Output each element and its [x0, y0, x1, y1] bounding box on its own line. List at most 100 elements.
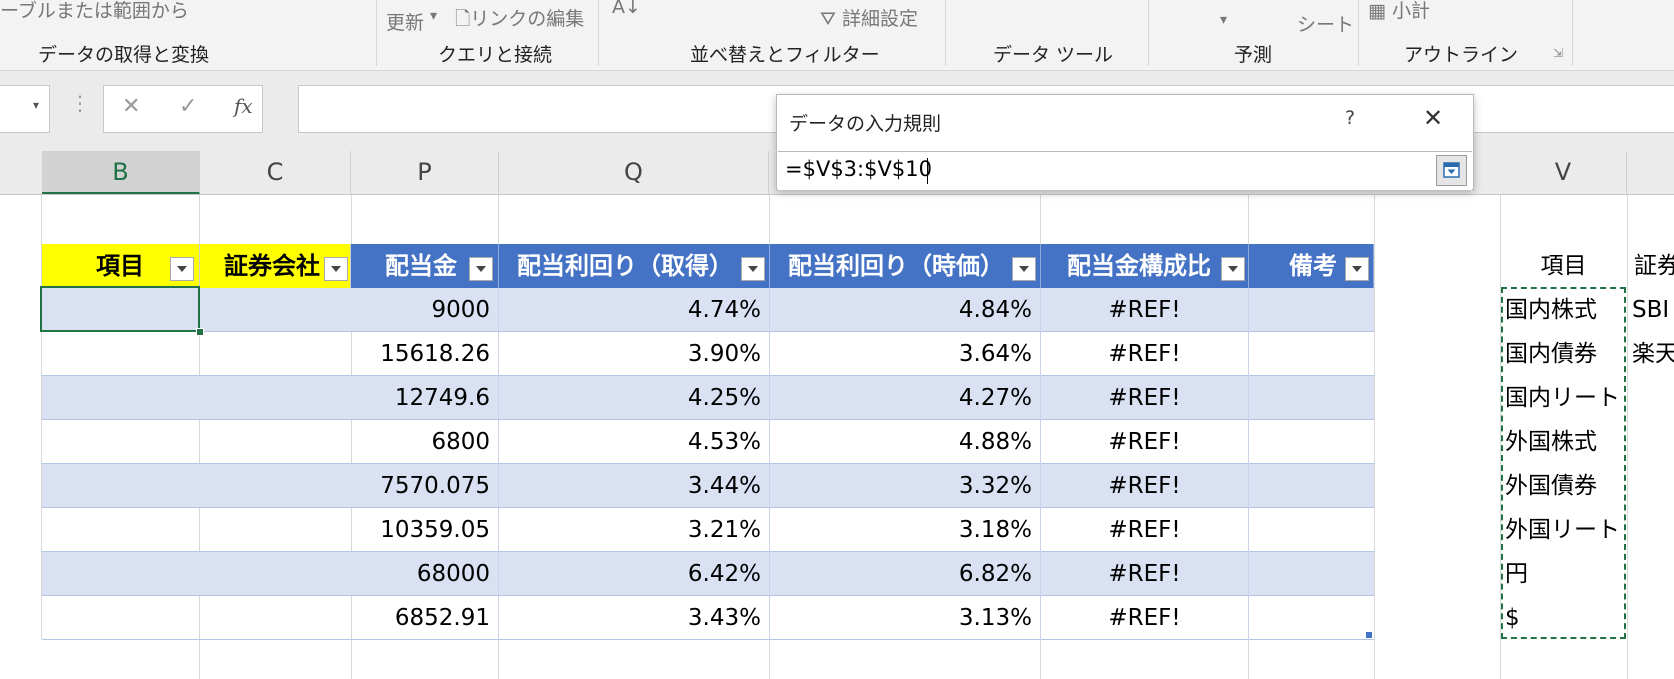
- name-box-dropdown-icon[interactable]: ▾: [33, 98, 39, 112]
- fill-handle[interactable]: [196, 328, 204, 336]
- formula-buttons: ✕ ✓ fx: [103, 85, 263, 133]
- ribbon: ーブルまたは範囲から 更新 ▾ 🗋リンクの編集 A↓ ⛛ 詳細設定 シート ▾ …: [0, 0, 1674, 71]
- yield-market-cell[interactable]: 4.27%: [770, 376, 1041, 420]
- funnel-icon: ⛛: [820, 8, 836, 30]
- refresh-dropdown-icon[interactable]: ▾: [430, 8, 437, 24]
- yield-market-cell[interactable]: 4.88%: [770, 420, 1041, 464]
- yield-cost-cell[interactable]: 6.42%: [499, 552, 770, 596]
- name-box[interactable]: ▾: [0, 85, 50, 133]
- header-label: 項目: [96, 252, 144, 280]
- column-header-v[interactable]: V: [1500, 151, 1627, 194]
- filter-dropdown-icon[interactable]: [170, 257, 194, 281]
- table-row: 7570.075 3.44% 3.32% #REF!: [42, 464, 1374, 508]
- insert-function-icon[interactable]: fx: [234, 94, 253, 118]
- whatif-dropdown-icon[interactable]: ▾: [1220, 12, 1227, 28]
- list-item[interactable]: 楽天: [1632, 332, 1674, 376]
- list-w-header[interactable]: 証券: [1634, 244, 1674, 288]
- expand-dialog-button[interactable]: [1436, 155, 1467, 186]
- list-item[interactable]: SBI: [1632, 288, 1669, 332]
- group-divider: [1572, 0, 1573, 66]
- yield-market-cell[interactable]: 4.84%: [770, 288, 1041, 332]
- group-label-data-tools: データ ツール: [993, 44, 1114, 66]
- ratio-cell[interactable]: #REF!: [1041, 332, 1249, 376]
- dividend-cell[interactable]: 6852.91: [351, 596, 499, 640]
- yield-market-cell[interactable]: 3.18%: [770, 508, 1041, 552]
- yield-cost-cell[interactable]: 3.43%: [499, 596, 770, 640]
- outline-launcher-icon[interactable]: ⇲: [1553, 46, 1563, 60]
- filter-dropdown-icon[interactable]: [324, 257, 348, 281]
- enter-icon[interactable]: ✓: [179, 94, 197, 119]
- advanced-label: 詳細設定: [842, 8, 919, 30]
- expand-icon: [1443, 162, 1460, 178]
- ratio-cell[interactable]: #REF!: [1041, 508, 1249, 552]
- yield-cost-cell[interactable]: 3.21%: [499, 508, 770, 552]
- dividend-cell[interactable]: 68000: [351, 552, 499, 596]
- filter-dropdown-icon[interactable]: [469, 257, 493, 281]
- column-header-q[interactable]: Q: [499, 151, 769, 194]
- column-header-p[interactable]: P: [351, 151, 499, 194]
- close-button[interactable]: ✕: [1423, 104, 1443, 132]
- edit-links-button[interactable]: 🗋リンクの編集: [455, 4, 584, 37]
- reference-input[interactable]: =$V$3:$V$10: [778, 151, 1472, 190]
- ratio-cell[interactable]: #REF!: [1041, 376, 1249, 420]
- yield-cost-cell[interactable]: 3.90%: [499, 332, 770, 376]
- yield-market-cell[interactable]: 3.64%: [770, 332, 1041, 376]
- table-row: 6800 4.53% 4.88% #REF!: [42, 420, 1374, 464]
- reference-value: =$V$3:$V$10: [785, 157, 932, 181]
- ratio-cell[interactable]: #REF!: [1041, 464, 1249, 508]
- dividend-cell[interactable]: 6800: [351, 420, 499, 464]
- dialog-title: データの入力規則: [789, 113, 942, 135]
- filter-dropdown-icon[interactable]: [741, 257, 765, 281]
- ratio-cell[interactable]: #REF!: [1041, 420, 1249, 464]
- table-row: 68000 6.42% 6.82% #REF!: [42, 552, 1374, 596]
- formula-bar-grip-icon[interactable]: ⋮: [70, 91, 90, 115]
- dividend-cell[interactable]: 7570.075: [351, 464, 499, 508]
- ratio-cell[interactable]: #REF!: [1041, 596, 1249, 640]
- refresh-button[interactable]: 更新: [386, 8, 424, 35]
- dividend-cell[interactable]: 10359.05: [351, 508, 499, 552]
- subtotal-label: 小計: [1392, 0, 1431, 22]
- list-v-header[interactable]: 項目: [1500, 244, 1627, 288]
- advanced-filter-button[interactable]: ⛛ 詳細設定: [820, 4, 918, 31]
- group-divider: [598, 0, 599, 66]
- cancel-icon[interactable]: ✕: [122, 94, 140, 119]
- group-divider: [376, 0, 377, 66]
- dividend-cell[interactable]: 15618.26: [351, 332, 499, 376]
- ratio-cell[interactable]: #REF!: [1041, 288, 1249, 332]
- yield-market-cell[interactable]: 3.32%: [770, 464, 1041, 508]
- filter-dropdown-icon[interactable]: [1012, 257, 1036, 281]
- table-header-yield-market: 配当利回り（時価）: [770, 244, 1041, 288]
- header-label: 配当金構成比: [1067, 252, 1211, 280]
- sort-az-icon[interactable]: A↓: [612, 0, 641, 18]
- column-header-c[interactable]: C: [200, 151, 351, 194]
- filter-dropdown-icon[interactable]: [1345, 257, 1369, 281]
- help-button[interactable]: ?: [1345, 107, 1355, 129]
- table-header-ratio: 配当金構成比: [1041, 244, 1249, 288]
- yield-market-cell[interactable]: 6.82%: [770, 552, 1041, 596]
- yield-cost-cell[interactable]: 4.25%: [499, 376, 770, 420]
- table-header-notes: 備考: [1249, 244, 1374, 288]
- yield-market-cell[interactable]: 3.13%: [770, 596, 1041, 640]
- table-row: 6852.91 3.43% 3.13% #REF!: [42, 596, 1374, 640]
- data-validation-dialog: データの入力規則 ? ✕ =$V$3:$V$10: [776, 94, 1474, 190]
- active-cell-selection[interactable]: [40, 286, 200, 332]
- group-label-sort-filter: 並べ替えとフィルター: [690, 44, 880, 66]
- yield-cost-cell[interactable]: 4.53%: [499, 420, 770, 464]
- column-header-b[interactable]: B: [42, 151, 200, 194]
- header-label: 備考: [1289, 252, 1337, 280]
- subtotal-button[interactable]: ▦ 小計: [1368, 0, 1430, 23]
- header-label: 配当利回り（時価）: [788, 252, 1004, 280]
- dividend-cell[interactable]: 12749.6: [351, 376, 499, 420]
- yield-cost-cell[interactable]: 3.44%: [499, 464, 770, 508]
- table-header-dividend: 配当金: [351, 244, 499, 288]
- from-table-button[interactable]: ーブルまたは範囲から: [0, 0, 189, 23]
- filter-dropdown-icon[interactable]: [1221, 257, 1245, 281]
- forecast-sheet-button[interactable]: シート: [1297, 10, 1354, 37]
- table-resize-handle[interactable]: [1366, 632, 1372, 638]
- group-label-get-transform: データの取得と変換: [38, 44, 210, 66]
- header-label: 証券会社: [224, 252, 320, 280]
- ratio-cell[interactable]: #REF!: [1041, 552, 1249, 596]
- header-label: 配当金: [385, 252, 457, 280]
- yield-cost-cell[interactable]: 4.74%: [499, 288, 770, 332]
- dividend-cell[interactable]: 9000: [351, 288, 499, 332]
